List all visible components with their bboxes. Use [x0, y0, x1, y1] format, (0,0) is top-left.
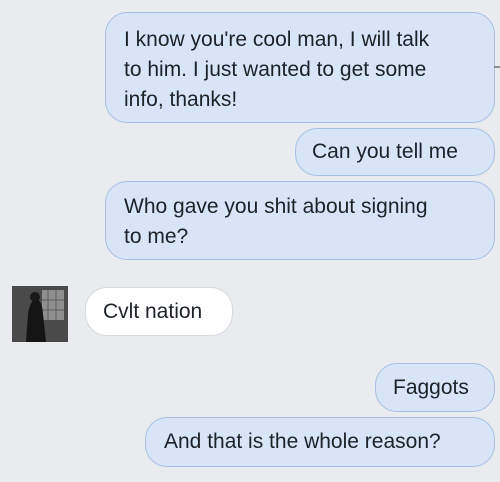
message-line: And that is the whole reason?: [164, 430, 441, 453]
message-bubble-outgoing[interactable]: And that is the whole reason?: [145, 417, 495, 467]
contact-avatar[interactable]: [12, 286, 68, 342]
message-bubble-outgoing[interactable]: Who gave you shit about signing to me?: [105, 181, 495, 260]
message-line: Who gave you shit about signing: [124, 195, 428, 218]
scroll-edge-marker: [494, 66, 500, 68]
message-bubble-outgoing[interactable]: I know you're cool man, I will talk to h…: [105, 12, 495, 123]
message-line: Can you tell me: [312, 140, 458, 163]
message-line: to him. I just wanted to get some: [124, 58, 427, 81]
message-bubble-outgoing[interactable]: Can you tell me: [295, 128, 495, 176]
message-line: Cvlt nation: [103, 300, 203, 323]
message-line: I know you're cool man, I will talk: [124, 28, 430, 51]
message-line: Faggots: [393, 376, 469, 399]
message-bubble-incoming[interactable]: Cvlt nation: [85, 287, 233, 336]
message-bubble-outgoing[interactable]: Faggots: [375, 363, 495, 412]
avatar-image: [12, 286, 68, 342]
message-line: info, thanks!: [124, 88, 238, 111]
message-line: to me?: [124, 225, 189, 248]
